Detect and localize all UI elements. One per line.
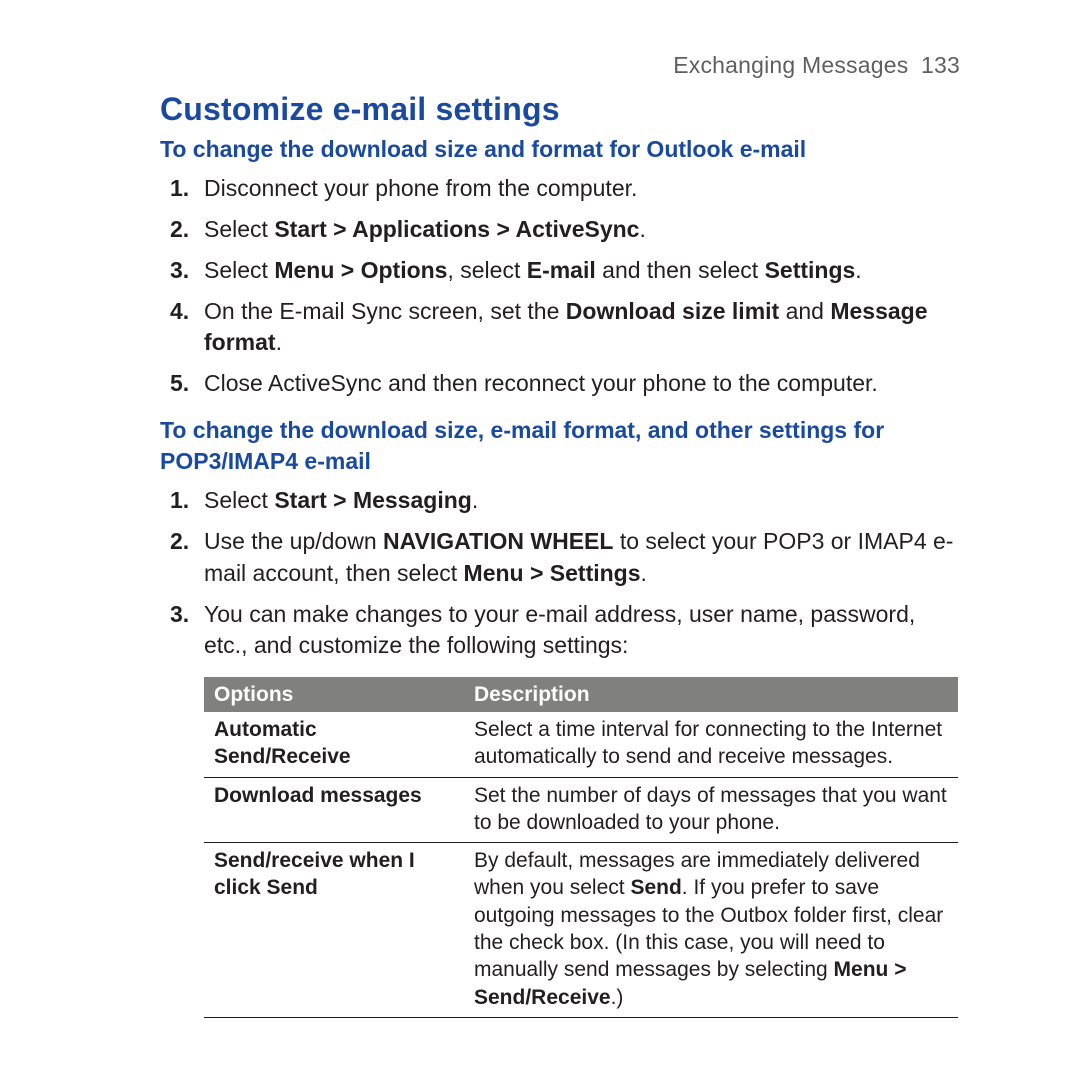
step-number: 1. bbox=[170, 173, 189, 204]
table-row: Automatic Send/Receive Select a time int… bbox=[204, 712, 958, 777]
steps-pop3-imap4: 1. Select Start > Messaging. 2. Use the … bbox=[160, 485, 960, 660]
step-text: You can make changes to your e-mail addr… bbox=[204, 601, 915, 658]
step-text: Select Menu > Options, select E-mail and… bbox=[204, 257, 862, 283]
table-header-description: Description bbox=[464, 677, 958, 712]
option-name: Send/receive when I click Send bbox=[204, 843, 464, 1018]
chapter-title: Exchanging Messages bbox=[673, 52, 908, 78]
step-text: Disconnect your phone from the computer. bbox=[204, 175, 637, 201]
step-number: 2. bbox=[170, 214, 189, 245]
step: 5. Close ActiveSync and then reconnect y… bbox=[204, 368, 960, 399]
option-description: Select a time interval for connecting to… bbox=[464, 712, 958, 777]
step: 1. Disconnect your phone from the comput… bbox=[204, 173, 960, 204]
document-page: Exchanging Messages 133 Customize e-mail… bbox=[0, 0, 1080, 1080]
table-row: Download messages Set the number of days… bbox=[204, 777, 958, 843]
step-number: 1. bbox=[170, 485, 189, 516]
table-header-options: Options bbox=[204, 677, 464, 712]
table-row: Send/receive when I click Send By defaul… bbox=[204, 843, 958, 1018]
subheading-outlook: To change the download size and format f… bbox=[160, 134, 960, 165]
step: 1. Select Start > Messaging. bbox=[204, 485, 960, 516]
step-text: Select Start > Applications > ActiveSync… bbox=[204, 216, 646, 242]
option-description: Set the number of days of messages that … bbox=[464, 777, 958, 843]
option-name: Download messages bbox=[204, 777, 464, 843]
options-table: Options Description Automatic Send/Recei… bbox=[204, 677, 958, 1018]
step-text: Close ActiveSync and then reconnect your… bbox=[204, 370, 878, 396]
step: 2. Use the up/down NAVIGATION WHEEL to s… bbox=[204, 526, 960, 588]
option-description: By default, messages are immediately del… bbox=[464, 843, 958, 1018]
step: 3. You can make changes to your e-mail a… bbox=[204, 599, 960, 661]
page-title: Customize e-mail settings bbox=[160, 91, 960, 128]
step-number: 3. bbox=[170, 599, 189, 630]
step-number: 4. bbox=[170, 296, 189, 327]
step-text: On the E-mail Sync screen, set the Downl… bbox=[204, 298, 928, 355]
step: 4. On the E-mail Sync screen, set the Do… bbox=[204, 296, 960, 358]
steps-outlook: 1. Disconnect your phone from the comput… bbox=[160, 173, 960, 399]
step: 3. Select Menu > Options, select E-mail … bbox=[204, 255, 960, 286]
step-number: 3. bbox=[170, 255, 189, 286]
step-number: 2. bbox=[170, 526, 189, 557]
step-text: Use the up/down NAVIGATION WHEEL to sele… bbox=[204, 528, 953, 585]
step: 2. Select Start > Applications > ActiveS… bbox=[204, 214, 960, 245]
step-text: Select Start > Messaging. bbox=[204, 487, 478, 513]
subheading-pop3-imap4: To change the download size, e-mail form… bbox=[160, 415, 960, 477]
step-number: 5. bbox=[170, 368, 189, 399]
page-number: 133 bbox=[921, 52, 960, 78]
option-name: Automatic Send/Receive bbox=[204, 712, 464, 777]
running-header: Exchanging Messages 133 bbox=[160, 52, 960, 79]
